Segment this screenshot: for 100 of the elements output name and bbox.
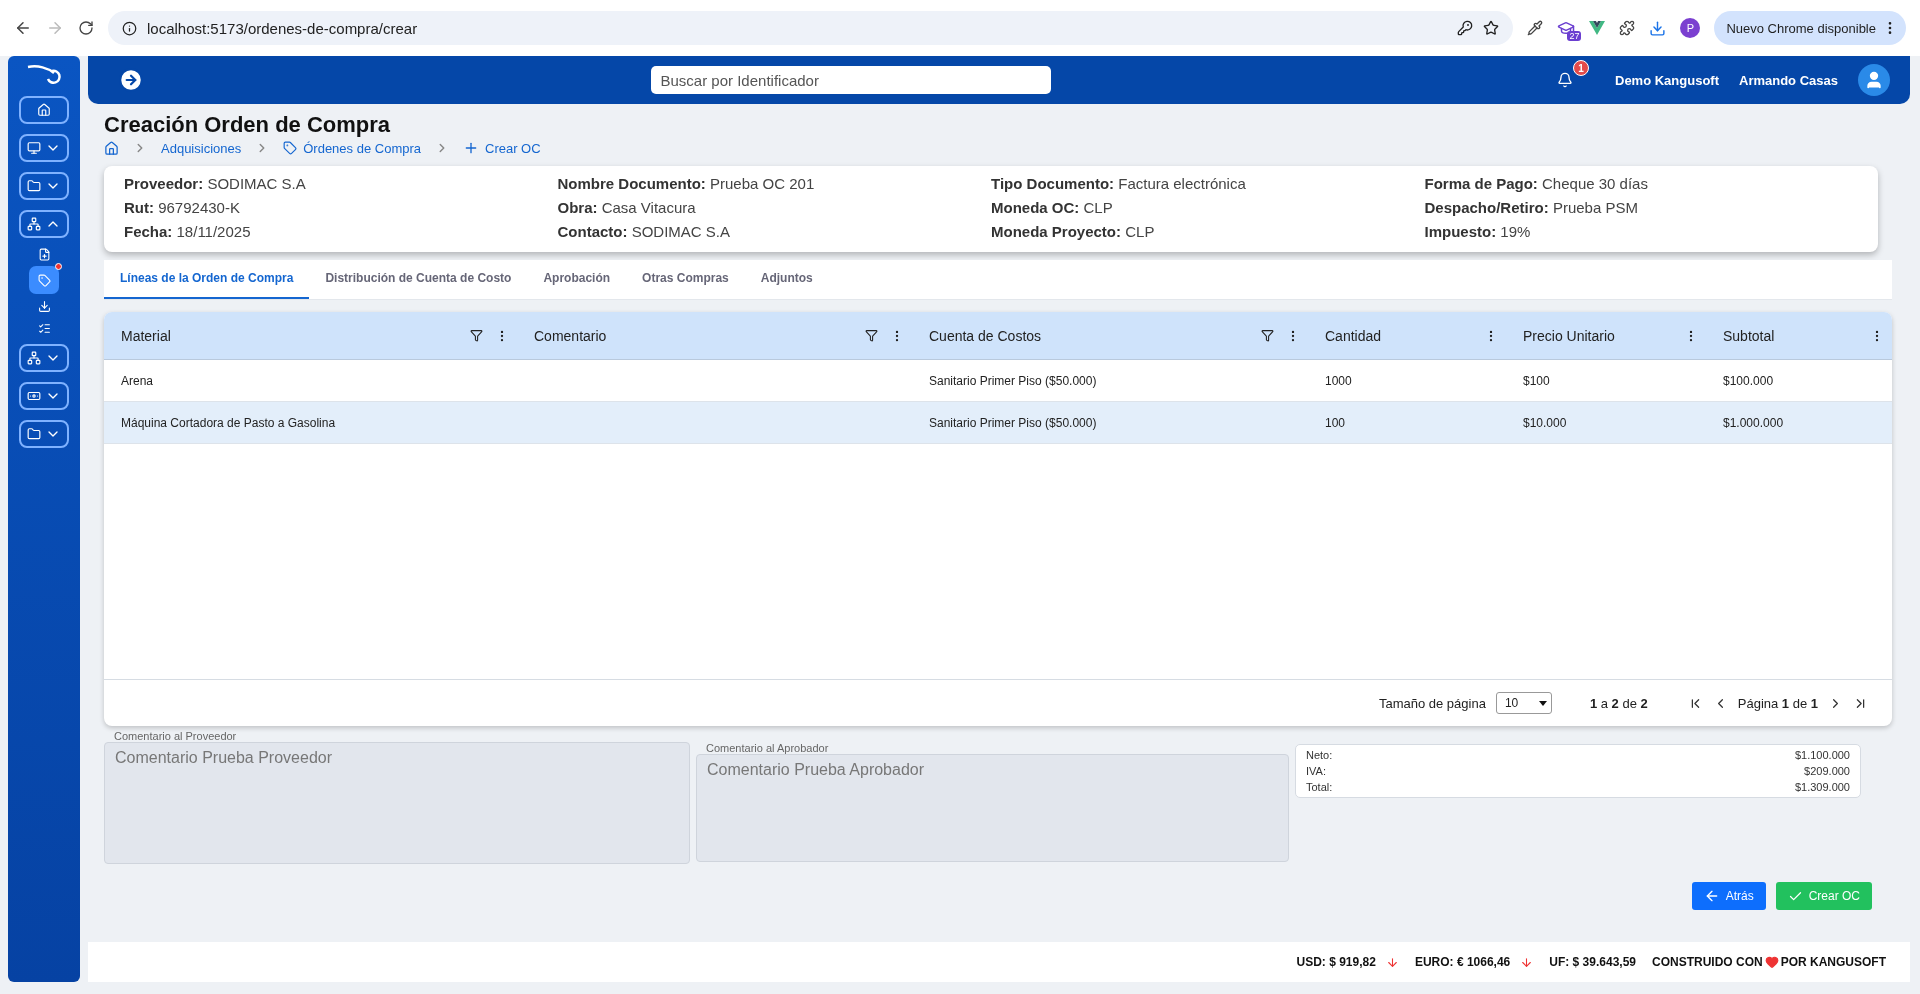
key-icon[interactable]	[1457, 20, 1474, 36]
breadcrumb-link[interactable]: Órdenes de Compra	[283, 140, 421, 156]
breadcrumb-link[interactable]: Adquisiciones	[161, 140, 242, 156]
sidebar-icon	[27, 351, 41, 365]
v-logo-icon[interactable]	[1589, 21, 1606, 35]
info-field: Despacho/Retiro: Prueba PSM	[1424, 198, 1858, 218]
tab[interactable]: Adjuntos	[744, 260, 829, 299]
exchange-rate: EURO: € 1066,46	[1414, 955, 1511, 969]
page-size-label: Tamaño de página	[1378, 695, 1486, 711]
table-cell: Sanitario Primer Piso ($50.000)	[929, 415, 1097, 430]
sidebar-icon	[27, 217, 41, 231]
table-cell: Arena	[121, 373, 154, 388]
info-field: Tipo Documento: Factura electrónica	[991, 174, 1425, 194]
tag-icon	[283, 141, 298, 155]
exchange-rate: USD: $ 919,82	[1296, 955, 1376, 969]
table-row[interactable]: Arena Sanitario Primer Piso ($50.000) 1000 $100 $100.000	[104, 360, 1892, 402]
comment-label: Comentario al Aprobador	[706, 742, 830, 754]
puzzle-icon[interactable]	[1619, 20, 1636, 36]
plus-icon	[463, 140, 479, 156]
table-cell: $100.000	[1723, 373, 1774, 388]
column-header[interactable]: Material	[121, 327, 458, 344]
sidebar-menu-button[interactable]	[19, 210, 69, 238]
table-cell: $10.000	[1523, 415, 1567, 430]
heart-icon	[1764, 955, 1779, 969]
sidebar-link[interactable]	[29, 266, 59, 294]
filter-icon[interactable]	[865, 329, 878, 342]
info-field: Moneda OC: CLP	[991, 198, 1425, 218]
table-cell: Sanitario Primer Piso ($50.000)	[929, 373, 1097, 388]
sidebar-icon	[27, 141, 41, 155]
total-value: $1.100.000	[1794, 749, 1850, 761]
star-icon[interactable]	[1483, 20, 1500, 36]
back-button[interactable]: Atrás	[1691, 882, 1766, 910]
column-header[interactable]: Comentario	[534, 327, 853, 344]
sidebar-icon	[27, 389, 41, 403]
table-cell: Máquina Cortadora de Pasto a Gasolina	[121, 415, 336, 430]
back-icon[interactable]	[14, 19, 32, 37]
filter-icon[interactable]	[1261, 329, 1274, 342]
sidebar-icon	[37, 273, 51, 287]
sidebar-menu-button[interactable]	[19, 172, 69, 200]
tab[interactable]: Otras Compras	[626, 260, 745, 299]
sidebar-icon	[37, 299, 51, 313]
arrow-right-icon[interactable]	[118, 67, 144, 93]
pipette-icon[interactable]	[1527, 20, 1544, 36]
address-bar[interactable]: localhost:5173/ordenes-de-compra/crear	[108, 11, 1514, 45]
total-value: $209.000	[1804, 765, 1850, 777]
extension-badge: 27	[1567, 31, 1582, 41]
column-header[interactable]: Subtotal	[1723, 327, 1858, 344]
sidebar-menu-button[interactable]	[19, 382, 69, 410]
user-name: Armando Casas	[1739, 72, 1838, 88]
sidebar-menu-button[interactable]	[19, 134, 69, 162]
filter-icon[interactable]	[470, 329, 483, 342]
sidebar-icon	[27, 427, 41, 441]
company-name: Demo Kangusoft	[1615, 72, 1719, 88]
total-label: IVA:	[1306, 765, 1326, 777]
info-field: Obra: Casa Vitacura	[557, 198, 991, 218]
sidebar-menu-button[interactable]	[19, 344, 69, 372]
user-icon	[1864, 70, 1884, 90]
tab[interactable]: Distribución de Cuenta de Costo	[309, 260, 528, 299]
credit-text: CONSTRUIDO CON	[1652, 955, 1763, 969]
info-field: Nombre Documento: Prueba OC 201	[557, 174, 991, 194]
table-cell: 1000	[1325, 373, 1352, 388]
tab[interactable]: Aprobación	[527, 260, 627, 299]
exchange-rate: UF: $ 39.643,59	[1549, 955, 1636, 969]
total-value: $1.309.000	[1794, 781, 1850, 793]
search-field[interactable]: Buscar por Identificador	[650, 66, 1051, 94]
credit-text: POR KANGUSOFT	[1780, 955, 1886, 969]
page-size-select[interactable]: 10	[1495, 692, 1552, 714]
info-field: Impuesto: 19%	[1424, 222, 1858, 242]
info-icon	[122, 20, 137, 36]
tab[interactable]: Líneas de la Orden de Compra	[104, 260, 310, 299]
info-field: Proveedor: SODIMAC S.A	[124, 174, 558, 194]
home-icon[interactable]	[104, 140, 119, 156]
row-range: 1 a 2 de 2	[1589, 695, 1648, 711]
sidebar-menu-button[interactable]	[19, 420, 69, 448]
update-button[interactable]: Nuevo Chrome disponible	[1714, 11, 1906, 45]
breadcrumb-link[interactable]: Crear OC	[463, 140, 541, 156]
total-label: Total:	[1306, 781, 1333, 793]
table-cell: $1.000.000	[1723, 415, 1784, 430]
sidebar-icon	[37, 247, 51, 261]
sidebar-menu-button[interactable]	[19, 96, 69, 124]
info-field: Fecha: 18/11/2025	[124, 222, 558, 242]
info-field: Forma de Pago: Cheque 30 días	[1424, 174, 1858, 194]
page-indicator: Página 1 de 1	[1737, 695, 1818, 711]
sidebar-icon	[37, 103, 51, 117]
table-cell: $100	[1523, 373, 1550, 388]
reload-icon[interactable]	[78, 20, 94, 36]
info-field: Contacto: SODIMAC S.A	[557, 222, 991, 242]
table-cell: 100	[1325, 415, 1346, 430]
user-avatar[interactable]	[1858, 64, 1890, 96]
column-header[interactable]: Cuenta de Costos	[929, 327, 1249, 344]
table-row[interactable]: Máquina Cortadora de Pasto a Gasolina Sanitario Primer Piso ($50.000) 100 $10.000 $1.000.000	[104, 402, 1892, 444]
column-header[interactable]: Cantidad	[1325, 327, 1472, 344]
column-header[interactable]: Precio Unitario	[1523, 327, 1672, 344]
profile-avatar[interactable]: P	[1680, 18, 1701, 38]
bell-icon[interactable]	[1557, 72, 1573, 88]
notification-count: 1	[1573, 60, 1589, 76]
info-field: Rut: 96792430-K	[124, 198, 558, 218]
page-title: Creación Orden de Compra	[104, 112, 392, 138]
sidebar-icon	[27, 179, 41, 193]
download-icon[interactable]	[1649, 19, 1667, 37]
